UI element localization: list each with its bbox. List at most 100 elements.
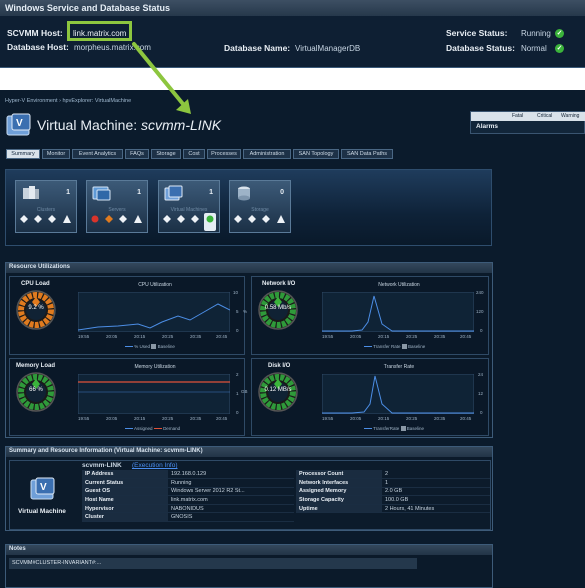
network-io-label: Network I/O	[262, 281, 296, 287]
notes-panel: Notes SCVMM#CLUSTER-INVARIANT#:...	[5, 544, 493, 588]
x-tick: 20:25	[406, 334, 418, 339]
table-row: Processor Count 2	[296, 470, 490, 480]
status-triangle-icon	[134, 215, 142, 223]
topology-virtual-machines-tile[interactable]: 1 Virtual Machines	[158, 180, 220, 233]
network-utilization-chart	[322, 292, 474, 332]
breadcrumb: Hyper-V Environment › hpvExplorer: Virtu…	[5, 98, 132, 104]
table-row: Assigned Memory 2.0 GB	[296, 487, 490, 497]
cpu-y-unit: %	[243, 309, 248, 314]
network-x-axis: 19:55 20:05 20:15 20:25 20:35 20:45	[322, 334, 482, 340]
database-name-label: Database Name:	[224, 43, 291, 53]
notes-title: Notes	[6, 545, 492, 555]
table-row: Hypervisor NABONIDUS	[82, 504, 294, 514]
database-host-value: morpheus.matrix.com	[74, 43, 151, 52]
network-y-tick: 120	[476, 309, 484, 314]
clusters-count: 1	[66, 189, 70, 196]
disk-chart-title: Transfer Rate	[383, 364, 415, 370]
resource-utilizations-panel: Resource Utilizations CPU Load 9.2 % CPU…	[5, 262, 493, 438]
breadcrumb-item[interactable]: Hyper-V Environment	[5, 98, 58, 104]
memory-load-label: Memory Load	[16, 363, 56, 369]
status-panel-title: Windows Service and Database Status	[0, 0, 585, 16]
x-tick: 20:05	[350, 334, 362, 339]
status-diamond-icon	[20, 215, 28, 223]
network-y-tick: 240	[476, 290, 484, 295]
virtual-machine-page: Hyper-V Environment › hpvExplorer: Virtu…	[0, 90, 585, 588]
cpu-load-value: 9.2 %	[28, 305, 44, 311]
status-diamond-icon	[48, 215, 56, 223]
breadcrumb-item[interactable]: hpvExplorer: VirtualMachine	[62, 98, 131, 104]
x-tick: 20:35	[434, 416, 446, 421]
disk-transfer-chart	[322, 374, 474, 414]
tab-faqs[interactable]: FAQs	[125, 149, 149, 159]
alarm-col-critical: Critical	[537, 113, 553, 119]
memory-utilization-chart	[78, 374, 230, 414]
x-tick: 20:25	[406, 416, 418, 421]
memory-y-tick: 2	[236, 372, 239, 377]
tab-monitor[interactable]: Monitor	[42, 149, 70, 159]
scvmm-host-label: SCVMM Host:	[7, 28, 63, 38]
disk-x-axis: 19:55 20:05 20:15 20:25 20:35 20:45	[322, 416, 482, 422]
tab-cost[interactable]: Cost	[183, 149, 205, 159]
virtual-machine-icon	[164, 185, 183, 201]
alarms-label: Alarms	[476, 123, 499, 130]
tab-processes[interactable]: Processes	[207, 149, 241, 159]
resource-utilizations-title: Resource Utilizations	[6, 263, 492, 273]
topology-clusters-tile[interactable]: 1 Clusters	[15, 180, 77, 233]
x-tick: 20:45	[460, 334, 472, 339]
memory-x-axis: 19:55 20:05 20:15 20:25 20:35 20:45	[78, 416, 238, 422]
x-tick: 20:45	[216, 416, 228, 421]
memory-legend: Assigned Demand	[125, 426, 180, 431]
table-row: Uptime 2 Hours, 41 Minutes	[296, 504, 490, 514]
storage-count: 0	[280, 189, 284, 196]
network-legend: Transfer Rate Baseline	[364, 344, 425, 350]
virtual-machine-icon: V	[6, 113, 31, 136]
status-diamond-icon	[191, 215, 199, 223]
vm-name: scvmm-LINK	[82, 462, 122, 469]
status-ok-icon	[206, 215, 214, 223]
virtual-machine-icon: V	[30, 477, 55, 500]
memory-load-value: 66 %	[29, 387, 43, 393]
network-widget: Network I/O 0.58 Mb/s Network Utilizatio…	[251, 276, 489, 355]
cpu-utilization-chart	[78, 292, 230, 332]
x-tick: 20:35	[434, 334, 446, 339]
status-diamond-icon	[119, 215, 127, 223]
vm-type-label: Virtual Machine	[18, 508, 66, 515]
alarms-summary[interactable]: Fatal Critical Warning Alarms	[470, 111, 585, 134]
topology-storage-tile[interactable]: 0 Storage	[229, 180, 291, 233]
scvmm-host-highlight	[67, 21, 132, 41]
tab-san-data-paths[interactable]: SAN Data Paths	[341, 149, 393, 159]
database-status-value: Normal	[521, 44, 547, 53]
service-status-label: Service Status:	[446, 28, 508, 38]
server-icon	[92, 186, 111, 201]
execution-info-link[interactable]: (Execution Info)	[132, 462, 178, 469]
summary-right-table: Processor Count 2 Network Interfaces 1 Ass…	[296, 470, 490, 514]
network-y-tick: 0	[480, 328, 483, 333]
disk-io-label: Disk I/O	[268, 363, 291, 369]
status-diamond-icon	[163, 215, 171, 223]
status-diamond-icon	[262, 215, 270, 223]
x-tick: 20:45	[460, 416, 472, 421]
virtual-machines-count: 1	[209, 189, 213, 196]
tab-storage[interactable]: Storage	[151, 149, 181, 159]
tab-event-analytics[interactable]: Event Analytics	[72, 149, 123, 159]
tab-summary[interactable]: Summary	[6, 149, 40, 159]
table-row: Host Name link.matrix.com	[82, 495, 294, 505]
alarm-col-warning: Warning	[561, 113, 580, 119]
status-critical-icon	[91, 215, 99, 223]
topology-strip: 1 Clusters 1 Servers 1 Virtual Machines	[5, 169, 492, 246]
x-tick: 20:15	[134, 334, 146, 339]
topology-servers-tile[interactable]: 1 Servers	[86, 180, 148, 233]
cpu-widget: CPU Load 9.2 % CPU Utilization 10 5 0 % …	[9, 276, 248, 355]
cpu-legend: % Used Baseline	[125, 344, 175, 350]
summary-body: V Virtual Machine scvmm-LINK (Execution …	[9, 460, 491, 530]
x-tick: 19:55	[322, 334, 334, 339]
tab-bar: Summary Monitor Event Analytics FAQs Sto…	[6, 149, 406, 160]
x-tick: 19:55	[78, 416, 90, 421]
table-row: IP Address 192.168.0.129	[82, 470, 294, 480]
status-diamond-icon	[34, 215, 42, 223]
notes-text[interactable]: SCVMM#CLUSTER-INVARIANT#:...	[9, 558, 417, 569]
tab-administration[interactable]: Administration	[243, 149, 291, 159]
tab-san-topology[interactable]: SAN Topology	[293, 149, 339, 159]
cpu-y-tick: 5	[236, 309, 239, 314]
alarm-col-fatal: Fatal	[512, 113, 524, 119]
